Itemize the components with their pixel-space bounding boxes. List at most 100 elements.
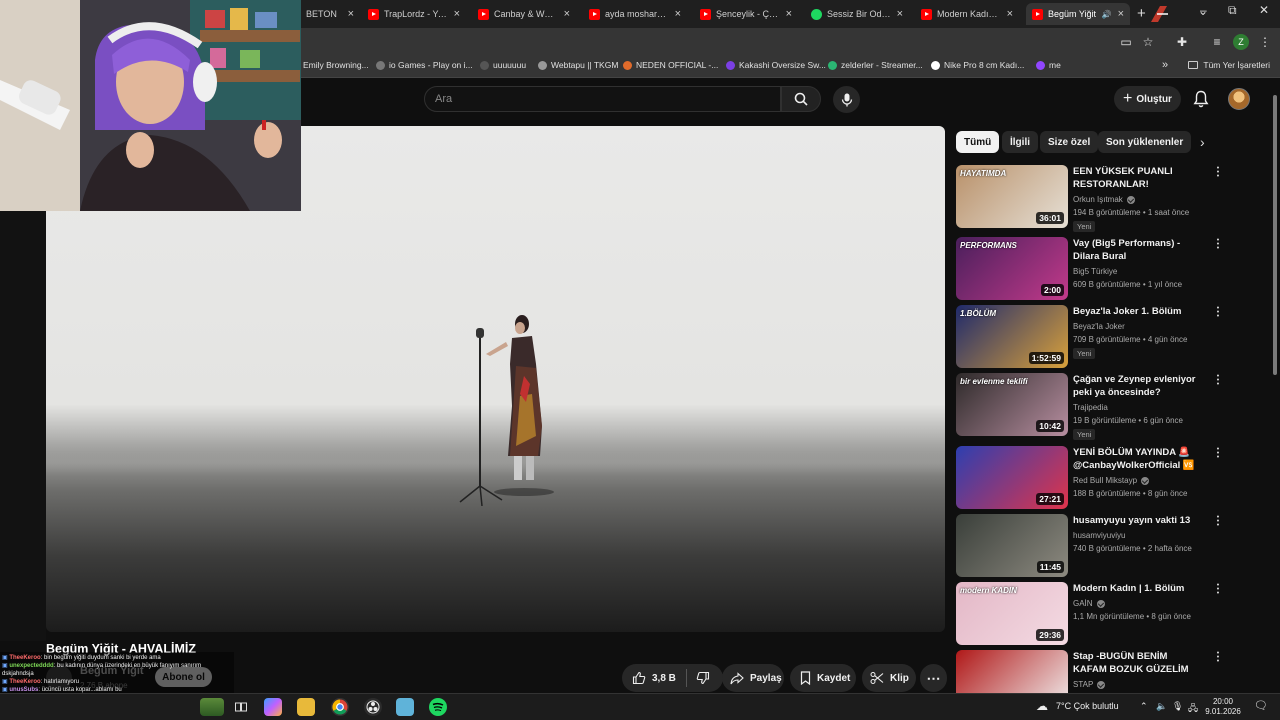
filter-chip[interactable]: Size özel [1040,131,1099,153]
bookmark-item[interactable]: Emily Browning... [303,60,369,70]
tab-close-icon[interactable]: × [1118,8,1124,20]
file-explorer-icon[interactable] [297,698,315,716]
channel-link[interactable]: Red Bull Mikstayp [1073,476,1150,485]
tab-close-icon[interactable]: × [675,8,681,20]
cast-icon[interactable]: ▭ [1118,34,1134,50]
video-title[interactable]: Vay (Big5 Performans) - Dilara Bural [1073,237,1201,263]
video-title[interactable]: Çağan ve Zeynep evleniyor peki ya öncesi… [1073,373,1201,399]
weather-text[interactable]: 7°C Çok bulutlu [1056,701,1119,711]
speaker-tray-icon[interactable]: 🔈 [1156,701,1167,712]
system-clock[interactable]: 20:00 9.01.2026 [1200,697,1246,717]
save-button[interactable]: Kaydet [790,664,856,692]
bookmark-item[interactable]: Nike Pro 8 cm Kadı... [931,60,1024,70]
task-view-icon[interactable] [232,698,250,716]
extensions-icon[interactable]: ✚ [1174,34,1190,50]
video-title[interactable]: Modern Kadın | 1. Bölüm [1073,582,1201,595]
taskbar-widget-thumbnail[interactable] [200,698,224,716]
network-icon[interactable]: 🖧 [1188,701,1198,717]
bookmark-item[interactable]: me [1036,60,1061,70]
video-title[interactable]: Beyaz'la Joker 1. Bölüm [1073,305,1201,318]
video-title[interactable]: YENİ BÖLÜM YAYINDA 🚨 @CanbayWolkerOffici… [1073,446,1201,472]
video-thumbnail[interactable]: PERFORMANS 2:00 [956,237,1068,300]
bookmark-star-icon[interactable]: ☆ [1140,34,1156,50]
notification-center-icon[interactable]: 🗨 [1254,699,1268,712]
clip-button[interactable]: Klip [862,664,916,692]
restore-icon[interactable]: ⧉ [1228,3,1237,18]
tab-3[interactable]: Canbay & Wolker × [472,3,576,25]
more-options-icon[interactable]: • • • [1214,582,1222,597]
tab-5[interactable]: Şenceylik - Çok E × [694,3,798,25]
video-thumbnail[interactable]: 1.BÖLÜM 1:52:59 [956,305,1068,368]
channel-link[interactable]: GAİN [1073,599,1105,608]
new-tab-button[interactable]: + [1137,5,1146,22]
more-actions-button[interactable]: ⋯ [920,664,947,692]
scrollbar-thumb[interactable] [1273,95,1277,375]
tab-audio-icon[interactable]: 🔊 [1102,10,1112,19]
tray-expand-icon[interactable]: ⌃ [1140,701,1148,712]
tab-close-icon[interactable]: × [1007,8,1013,20]
channel-link[interactable]: Beyaz'la Joker [1073,322,1125,331]
more-options-icon[interactable]: • • • [1214,373,1222,388]
recommended-video[interactable]: 1.BÖLÜM 1:52:59 Beyaz'la Joker 1. Bölüm Bey… [956,305,1256,369]
browser-menu-icon[interactable]: ⋮ [1257,34,1273,50]
bookmark-item[interactable]: zelderler - Streamer... [828,60,923,70]
tab-2[interactable]: TrapLordz - YouTube × [362,3,466,25]
tab-close-icon[interactable]: × [564,8,570,20]
more-options-icon[interactable]: • • • [1214,514,1222,529]
tab-close-icon[interactable]: × [348,8,354,20]
minimize-icon[interactable]: – [1200,3,1207,17]
video-title[interactable]: husamyuyu yayın vakti 13 [1073,514,1201,527]
more-options-icon[interactable]: • • • [1214,165,1222,180]
bookmark-item[interactable]: io Games - Play on i... [376,60,473,70]
channel-link[interactable]: Trajipedia [1073,403,1108,412]
copilot-icon[interactable] [264,698,282,716]
bookmark-item[interactable]: Webtapu || TKGM [538,60,618,70]
channel-link[interactable]: Big5 Türkiye [1073,267,1117,276]
like-button[interactable]: 3,8 B [622,671,676,685]
search-input[interactable]: Ara [424,86,781,112]
recommended-video[interactable]: HAYATIMDA 36:01 EEN YÜKSEK PUANLI RESTORAN… [956,165,1256,232]
channel-link[interactable]: Orkun Işıtmak [1073,195,1135,204]
microphone-tray-icon[interactable]: 🎙 [1172,701,1183,712]
video-thumbnail[interactable]: 27:21 [956,446,1068,509]
reading-list-icon[interactable]: ≡ [1209,34,1225,50]
tab-6[interactable]: Sessiz Bir Odada × [805,3,909,25]
search-button[interactable] [781,86,821,112]
close-window-icon[interactable]: ✕ [1259,3,1269,17]
create-button[interactable]: + Oluştur [1114,86,1181,112]
chips-next-icon[interactable]: › [1200,134,1205,150]
share-button[interactable]: Paylaş [722,664,784,692]
tab-1[interactable]: BETON × [300,3,360,25]
spotify-icon[interactable] [429,698,447,716]
tab-close-icon[interactable]: × [454,8,460,20]
tab-7[interactable]: Modern Kadın | 1. × [915,3,1019,25]
recommended-video[interactable]: bir evlenme teklifi 10:42 Çağan ve Zeynep … [956,373,1256,440]
recommended-video[interactable]: 11:45 husamyuyu yayın vakti 13 husamviyuvi… [956,514,1256,578]
thumbs-down-icon[interactable] [696,671,710,685]
bookmark-item[interactable]: uuuuuuu [480,60,526,70]
tab-4[interactable]: ayda mosharraf - × [583,3,687,25]
more-options-icon[interactable]: • • • [1214,305,1222,320]
tab-close-icon[interactable]: × [897,8,903,20]
video-thumbnail[interactable]: modern KADIN 29:36 [956,582,1068,645]
profile-avatar[interactable]: Z [1233,34,1249,50]
recommended-video[interactable]: PERFORMANS 2:00 Vay (Big5 Performans) - Di… [956,237,1256,301]
app-icon[interactable] [396,698,414,716]
recommended-video[interactable]: modern KADIN 29:36 Modern Kadın | 1. Bölüm… [956,582,1256,646]
video-thumbnail[interactable]: 11:45 [956,514,1068,577]
all-bookmarks-folder[interactable]: Tüm Yer İşaretleri [1188,60,1270,70]
more-options-icon[interactable]: • • • [1214,237,1222,252]
page-scrollbar[interactable] [1272,90,1278,690]
video-thumbnail[interactable]: HAYATIMDA 36:01 [956,165,1068,228]
notifications-bell-icon[interactable] [1193,90,1209,108]
more-options-icon[interactable]: • • • [1214,446,1222,461]
video-thumbnail[interactable]: bir evlenme teklifi 10:42 [956,373,1068,436]
obs-icon[interactable] [364,698,382,716]
tab-close-icon[interactable]: × [786,8,792,20]
recommended-video[interactable]: 27:21 YENİ BÖLÜM YAYINDA 🚨 @CanbayWolkerO… [956,446,1256,510]
bookmark-item[interactable]: NEDEN OFFICIAL -... [623,60,718,70]
channel-link[interactable]: STAP [1073,680,1106,689]
bookmark-item[interactable]: Kakashi Oversize Sw... [726,60,826,70]
video-title[interactable]: Stap -BUGÜN BENİM KAFAM BOZUK GÜZELİM [1073,650,1201,676]
tab-8[interactable]: Begüm Yiğit 🔊 × [1026,3,1130,25]
